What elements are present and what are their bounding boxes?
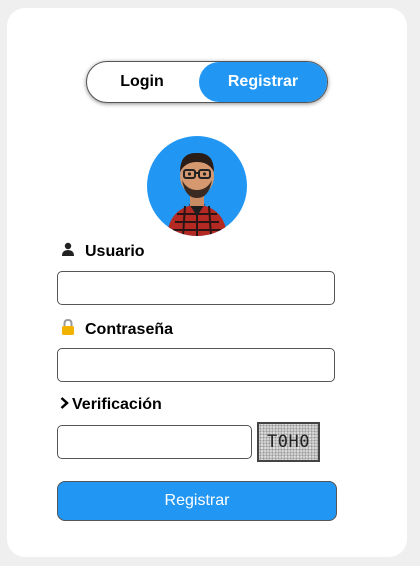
password-input[interactable] <box>57 348 335 382</box>
lock-icon <box>59 318 77 340</box>
tab-login[interactable]: Login <box>87 62 197 102</box>
verification-label: Verificación <box>59 396 162 414</box>
verification-label-text: Verificación <box>72 396 162 413</box>
username-input[interactable] <box>57 271 335 305</box>
chevron-right-icon <box>59 396 69 414</box>
password-label: Contraseña <box>59 318 174 340</box>
tab-register[interactable]: Registrar <box>199 62 327 102</box>
login-card: Login Registrar Usuario Contraseña Verif… <box>7 8 407 557</box>
user-icon <box>59 242 77 261</box>
password-label-text: Contraseña <box>85 320 174 338</box>
avatar <box>147 136 247 236</box>
auth-toggle: Login Registrar <box>86 61 328 103</box>
register-button[interactable]: Registrar <box>57 481 337 521</box>
user-label-text: Usuario <box>85 242 145 260</box>
user-label: Usuario <box>59 242 145 261</box>
captcha-image: T0H0 <box>257 422 320 462</box>
verification-input[interactable] <box>57 425 252 459</box>
